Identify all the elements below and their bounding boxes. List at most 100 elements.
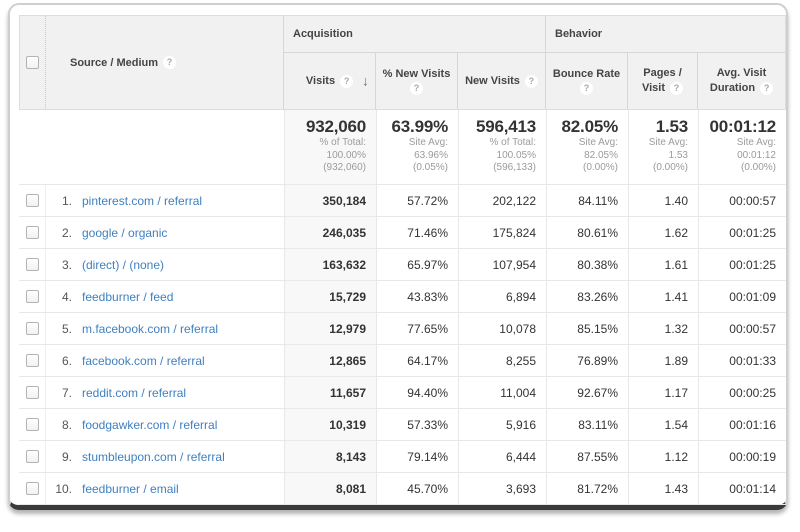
avg-visit-duration-value: 00:00:25 [698,377,786,408]
source-medium-cell: 7. reddit.com / referral [45,377,284,408]
row-checkbox-cell [19,185,45,216]
summary-pct-new-visits-value: 63.99% [392,117,448,137]
source-medium-cell: 9. stumbleupon.com / referral [45,441,284,472]
table-row: 9. stumbleupon.com / referral 8,143 79.1… [19,441,786,473]
column-header-new-visits[interactable]: New Visits ? [457,53,545,109]
row-index: 10. [46,482,72,496]
row-checkbox[interactable] [26,386,39,399]
source-medium-link[interactable]: (direct) / (none) [82,258,164,272]
select-all-cell [20,16,46,109]
table-body: 1. pinterest.com / referral 350,184 57.7… [19,185,786,505]
avg-visit-duration-value: 00:01:16 [698,409,786,440]
summary-avg-visit-duration-subtext: 00:01:12 [737,150,776,163]
summary-row: 932,060% of Total:100.00%(932,060) 63.99%… [19,110,786,185]
row-checkbox[interactable] [26,194,39,207]
pages-per-visit-value: 1.32 [628,313,698,344]
column-header-pages-per-visit[interactable]: Pages / Visit ? [627,53,697,109]
bounce-rate-value: 80.61% [546,217,628,248]
bounce-rate-value: 83.11% [546,409,628,440]
pages-per-visit-value: 1.41 [628,281,698,312]
source-medium-cell: 1. pinterest.com / referral [45,185,284,216]
pages-per-visit-value: 1.12 [628,441,698,472]
row-index: 1. [46,194,72,208]
source-medium-link[interactable]: m.facebook.com / referral [82,322,218,336]
source-medium-link[interactable]: facebook.com / referral [82,354,205,368]
new-visits-value: 6,444 [458,441,546,472]
source-medium-link[interactable]: pinterest.com / referral [82,194,202,208]
help-icon[interactable]: ? [525,75,538,88]
help-icon[interactable]: ? [163,56,176,69]
column-header-visits[interactable]: Visits ? ↓ [283,53,375,109]
column-header-pct-new-visits[interactable]: % New Visits ? [375,53,457,109]
source-medium-link[interactable]: reddit.com / referral [82,386,186,400]
column-header-avg-visit-duration[interactable]: Avg. Visit Duration ? [697,53,785,109]
bounce-rate-value: 84.11% [546,185,628,216]
avg-visit-duration-value: 00:01:33 [698,345,786,376]
source-medium-link[interactable]: feedburner / email [82,482,179,496]
row-checkbox[interactable] [26,290,39,303]
pages-per-visit-value: 1.89 [628,345,698,376]
source-medium-link[interactable]: google / organic [82,226,167,240]
source-medium-link[interactable]: feedburner / feed [82,290,173,304]
bounce-rate-value: 85.15% [546,313,628,344]
row-checkbox[interactable] [26,418,39,431]
pages-per-visit-value: 1.54 [628,409,698,440]
table-row: 4. feedburner / feed 15,729 43.83% 6,894… [19,281,786,313]
source-medium-cell: 6. facebook.com / referral [45,345,284,376]
source-medium-link[interactable]: foodgawker.com / referral [82,418,217,432]
source-medium-label: Source / Medium [70,57,158,69]
summary-bounce-rate: 82.05%Site Avg:82.05%(0.00%) [546,110,628,184]
bounce-rate-value: 76.89% [546,345,628,376]
visits-value: 12,979 [284,313,376,344]
summary-pct-new-visits-subtext: (0.05%) [413,162,448,175]
column-header-bounce-rate[interactable]: Bounce Rate ? [545,53,627,109]
help-icon[interactable]: ? [760,82,773,95]
summary-new-visits: 596,413% of Total:100.05%(596,133) [458,110,546,184]
pages-visit-label-line2: Visit [642,81,665,96]
row-checkbox[interactable] [26,354,39,367]
new-visits-value: 8,255 [458,345,546,376]
help-icon[interactable]: ? [670,82,683,95]
table-row: 8. foodgawker.com / referral 10,319 57.3… [19,409,786,441]
row-checkbox[interactable] [26,450,39,463]
bounce-rate-value: 80.38% [546,249,628,280]
pages-per-visit-value: 1.40 [628,185,698,216]
row-index: 2. [46,226,72,240]
column-header-source-medium[interactable]: Source / Medium ? [46,56,283,69]
table-row: 3. (direct) / (none) 163,632 65.97% 107,… [19,249,786,281]
summary-pages-per-visit-subtext: (0.00%) [653,162,688,175]
new-visits-value: 3,693 [458,473,546,504]
summary-new-visits-value: 596,413 [476,117,536,137]
row-checkbox-cell [19,217,45,248]
visits-value: 8,143 [284,441,376,472]
row-checkbox-cell [19,409,45,440]
row-index: 9. [46,450,72,464]
pct-new-visits-value: 57.72% [376,185,458,216]
row-checkbox-cell [19,473,45,504]
help-icon[interactable]: ? [580,82,593,95]
new-visits-value: 6,894 [458,281,546,312]
table-header: Source / Medium ? Acquisition Behavior [19,15,786,110]
summary-bounce-rate-subtext: (0.00%) [583,162,618,175]
visits-value: 350,184 [284,185,376,216]
help-icon[interactable]: ? [340,75,353,88]
row-checkbox[interactable] [26,322,39,335]
summary-visits: 932,060% of Total:100.00%(932,060) [284,110,376,184]
row-checkbox[interactable] [26,482,39,495]
row-checkbox[interactable] [26,258,39,271]
sort-desc-icon[interactable]: ↓ [362,74,369,89]
source-medium-cell: 5. m.facebook.com / referral [45,313,284,344]
row-checkbox[interactable] [26,226,39,239]
avg-visit-duration-value: 00:00:57 [698,313,786,344]
pct-new-visits-value: 43.83% [376,281,458,312]
source-medium-cell: 4. feedburner / feed [45,281,284,312]
select-all-checkbox[interactable] [26,56,39,69]
new-visits-value: 175,824 [458,217,546,248]
source-medium-cell: 3. (direct) / (none) [45,249,284,280]
pct-new-visits-value: 45.70% [376,473,458,504]
new-visits-value: 5,916 [458,409,546,440]
bounce-rate-label: Bounce Rate [553,67,620,82]
bounce-rate-value: 81.72% [546,473,628,504]
source-medium-link[interactable]: stumbleupon.com / referral [82,450,225,464]
help-icon[interactable]: ? [410,82,423,95]
